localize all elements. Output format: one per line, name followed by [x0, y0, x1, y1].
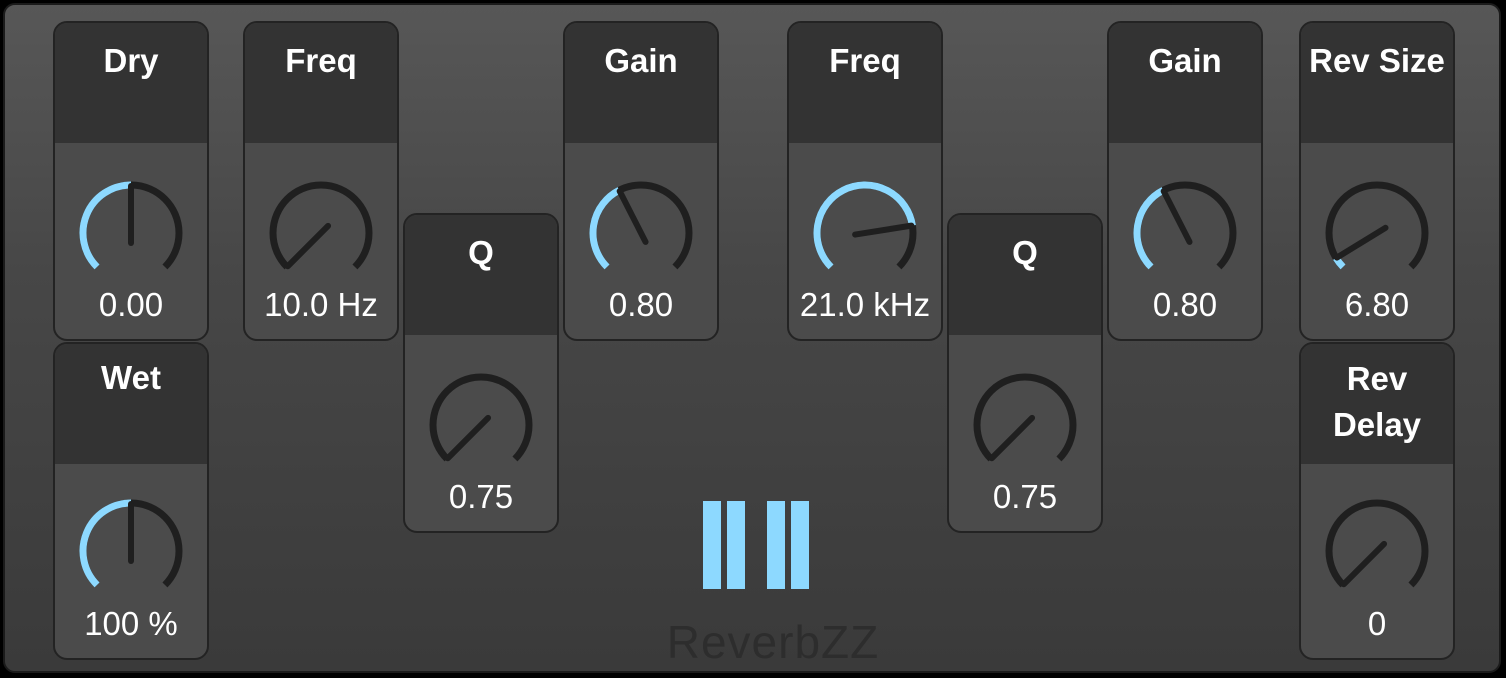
dry-module: Dry 0.00	[53, 21, 209, 341]
low-freq-value: 10.0 Hz	[264, 286, 378, 323]
low-freq-knob[interactable]	[261, 173, 381, 293]
dry-value: 0.00	[98, 286, 164, 323]
low-freq-module: Freq 10.0 Hz	[243, 21, 399, 341]
high-gain-knob[interactable]	[1125, 173, 1245, 293]
rev-delay-value: 0	[1367, 605, 1387, 642]
rev-delay-module: Rev Delay 0	[1299, 342, 1455, 660]
wet-value: 100 %	[84, 605, 178, 642]
dry-knob[interactable]	[71, 173, 191, 293]
rev-size-knob[interactable]	[1317, 173, 1437, 293]
knob-pointer	[988, 414, 1036, 462]
high-q-label: Q	[949, 215, 1101, 335]
logo-bar	[727, 501, 745, 589]
low-q-label: Q	[405, 215, 557, 335]
plugin-panel: Dry 0.00 Wet 100 % Freq 10.0 Hz Q 0.75 G…	[3, 3, 1501, 673]
wet-label: Wet	[55, 344, 207, 464]
low-q-value: 0.75	[448, 478, 514, 515]
knob-value-arc	[79, 181, 132, 270]
knob-track	[1325, 499, 1429, 588]
knob-track	[269, 181, 373, 270]
low-freq-label: Freq	[245, 23, 397, 143]
wet-knob[interactable]	[71, 491, 191, 611]
knob-track	[973, 373, 1077, 462]
low-q-knob[interactable]	[421, 365, 541, 485]
low-gain-module: Gain 0.80	[563, 21, 719, 341]
rev-size-value: 6.80	[1344, 286, 1410, 323]
rev-delay-label: Rev Delay	[1301, 344, 1453, 464]
high-q-module: Q 0.75	[947, 213, 1103, 533]
logo-bar	[767, 501, 785, 589]
knob-pointer	[1340, 540, 1388, 588]
high-q-knob[interactable]	[965, 365, 1085, 485]
high-gain-module: Gain 0.80	[1107, 21, 1263, 341]
rev-delay-knob[interactable]	[1317, 491, 1437, 611]
high-gain-label: Gain	[1109, 23, 1261, 143]
knob-pointer	[284, 222, 332, 270]
low-gain-value: 0.80	[608, 286, 674, 323]
dry-label: Dry	[55, 23, 207, 143]
brand-name: ReverbZZ	[666, 616, 880, 668]
high-freq-value: 21.0 kHz	[799, 286, 931, 323]
high-gain-value: 0.80	[1152, 286, 1218, 323]
knob-value-arc	[79, 499, 132, 588]
knob-pointer	[616, 188, 649, 245]
high-freq-module: Freq 21.0 kHz	[787, 21, 943, 341]
knob-pointer	[444, 414, 492, 462]
high-q-value: 0.75	[992, 478, 1058, 515]
bars-logo-icon	[703, 501, 815, 589]
knob-pointer	[1333, 224, 1389, 261]
high-freq-knob[interactable]	[805, 173, 925, 293]
wet-module: Wet 100 %	[53, 342, 209, 660]
knob-track	[429, 373, 533, 462]
low-gain-label: Gain	[565, 23, 717, 143]
rev-size-module: Rev Size 6.80	[1299, 21, 1455, 341]
knob-pointer	[1160, 188, 1193, 245]
logo-bar	[791, 501, 809, 589]
low-gain-knob[interactable]	[581, 173, 701, 293]
knob-pointer	[852, 222, 915, 238]
knob-value-arc	[1133, 187, 1165, 270]
knob-value-arc	[589, 187, 621, 270]
low-q-module: Q 0.75	[403, 213, 559, 533]
rev-size-label: Rev Size	[1301, 23, 1453, 143]
logo-bar	[703, 501, 721, 589]
high-freq-label: Freq	[789, 23, 941, 143]
